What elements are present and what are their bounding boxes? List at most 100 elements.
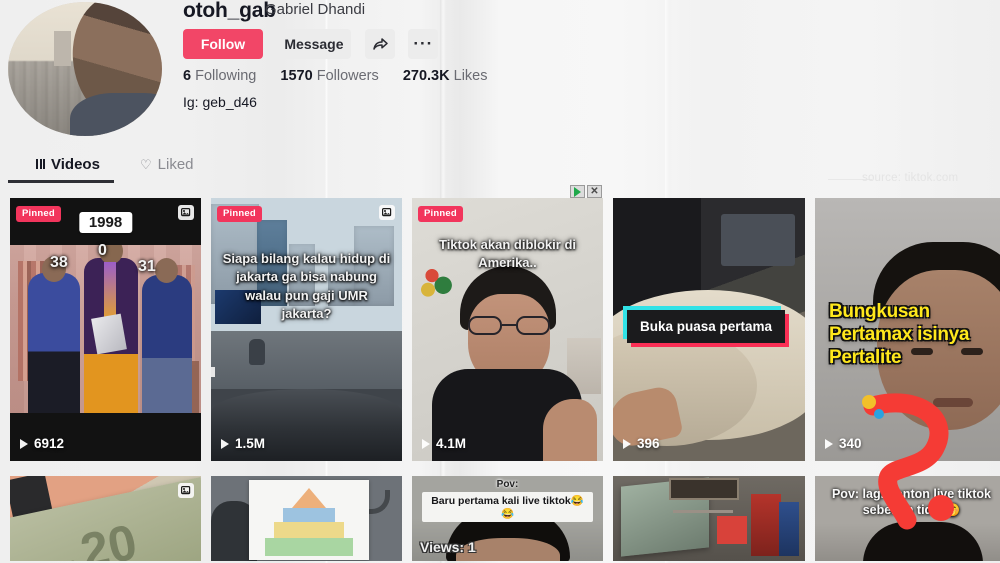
- avatar-tower: [54, 31, 72, 67]
- view-count: 396: [623, 436, 660, 451]
- likes-label: Likes: [453, 68, 488, 84]
- following-label: Following: [195, 68, 257, 84]
- close-icon[interactable]: ✕: [587, 185, 602, 198]
- more-options-button[interactable]: ···: [408, 29, 439, 59]
- person-mother: [142, 258, 192, 413]
- pinned-badge: Pinned: [16, 206, 61, 222]
- overlay-caption: Bungkusan Pertamax isinya Pertalite: [829, 301, 970, 369]
- person-graduate: [84, 245, 138, 413]
- video-card-first-live[interactable]: Pov: Baru pertama kali live tiktok😂😂 Vie…: [412, 476, 603, 561]
- overlay-year: 1998: [78, 212, 133, 233]
- following-count: 6: [183, 68, 192, 84]
- tiktok-profile-page: otoh_gab Gabriel Dhandi Follow Message ·…: [0, 0, 1000, 563]
- video-card-room[interactable]: [613, 476, 805, 561]
- pyramid-slide: [249, 480, 369, 560]
- image-stack-icon: [178, 483, 194, 498]
- overlay-pov-label: Pov:: [496, 479, 519, 490]
- play-icon: [623, 438, 631, 449]
- person-arm: [543, 399, 597, 461]
- banknote-text: DUA: [45, 556, 82, 561]
- grid-icon: [36, 159, 45, 169]
- overlay-views-text: Views: 1: [420, 539, 476, 555]
- profile-tabs: Videos ♡ Liked: [0, 148, 1000, 186]
- video-card-buka-puasa[interactable]: Buka puasa pertama 396: [613, 198, 805, 461]
- video-card-jakarta-savings[interactable]: Siapa bilang kalau hidup di jakarta ga b…: [211, 198, 402, 461]
- view-count-value: 396: [637, 436, 660, 451]
- pinned-badge: Pinned: [217, 206, 262, 222]
- ellipsis-icon: ···: [413, 34, 434, 53]
- heart-lock-icon: ♡: [140, 156, 152, 172]
- video-card-pyramid[interactable]: [211, 476, 402, 561]
- lane-marking: [211, 367, 215, 377]
- pyramid-tier-3: [274, 522, 344, 538]
- banknote-denomination: 20: [75, 513, 142, 561]
- overlay-caption: Buka puasa pertama: [627, 310, 785, 343]
- glasses-icon: [464, 316, 556, 335]
- adchoices-icon[interactable]: [570, 185, 585, 198]
- profile-stats: 6 Following 1570 Followers 270.3K Likes: [183, 68, 487, 84]
- share-arrow-icon: [372, 37, 388, 52]
- video-card-money[interactable]: 20 DUA: [10, 476, 201, 561]
- motorcycle-rider: [249, 339, 265, 365]
- background-screen: [721, 214, 795, 266]
- view-count: 1.5M: [221, 436, 265, 451]
- share-button[interactable]: [364, 29, 395, 59]
- profile-display-name: Gabriel Dhandi: [265, 1, 366, 18]
- play-icon: [422, 438, 430, 449]
- profile-action-buttons: Follow Message ···: [183, 29, 439, 59]
- followers-label: Followers: [316, 68, 379, 84]
- video-card-pertamax[interactable]: Bungkusan Pertamax isinya Pertalite 340: [815, 198, 1000, 461]
- profile-username: otoh_gab: [183, 0, 276, 22]
- pyramid-diagram: [263, 488, 355, 558]
- tab-videos[interactable]: Videos: [36, 148, 100, 180]
- likes-count: 270.3K: [402, 68, 450, 84]
- tab-active-underline: [8, 180, 114, 183]
- followers-count: 1570: [280, 68, 313, 84]
- video-grid-row: 20 DUA: [10, 476, 1000, 561]
- red-poster: [717, 516, 747, 544]
- view-count-value: 6912: [34, 436, 65, 451]
- play-icon: [221, 438, 229, 449]
- video-card-graduation[interactable]: 1998 38 0 31 Pinned 6912: [10, 198, 201, 461]
- person-father: [28, 256, 80, 413]
- video-card-watching-live[interactable]: Pov: lagi nonton live tiktok sebelum tid…: [815, 476, 1000, 561]
- tab-videos-label: Videos: [51, 155, 100, 173]
- image-stack-icon: [178, 205, 194, 220]
- avatar[interactable]: [8, 2, 162, 136]
- message-button[interactable]: Message: [276, 29, 352, 59]
- profile-bio: Ig: geb_d46: [183, 94, 257, 110]
- video-card-tiktok-blocked[interactable]: Tiktok akan diblokir di Amerika.. Pinned…: [412, 198, 603, 461]
- overlay-age-left: 38: [50, 254, 68, 271]
- overlay-caption: Baru pertama kali live tiktok😂😂: [422, 492, 593, 522]
- follow-button[interactable]: Follow: [183, 29, 263, 59]
- play-icon: [825, 438, 833, 449]
- adchoices-badge[interactable]: ✕: [570, 185, 602, 198]
- view-count-value: 340: [839, 436, 862, 451]
- overlay-age-right: 31: [138, 258, 156, 275]
- view-count: 340: [825, 436, 862, 451]
- road-surface: [211, 331, 402, 389]
- red-clothing: [751, 494, 781, 556]
- pyramid-tier-top: [292, 488, 326, 508]
- pinned-badge: Pinned: [418, 206, 463, 222]
- view-count-value: 1.5M: [235, 436, 266, 451]
- overlay-caption: Tiktok akan diblokir di Amerika..: [438, 237, 576, 271]
- pyramid-tier-base: [265, 538, 353, 556]
- pyramid-tier-2: [283, 508, 335, 522]
- source-watermark: source: tiktok.com: [862, 172, 959, 184]
- profile-header: otoh_gab Gabriel Dhandi Follow Message ·…: [0, 0, 1000, 150]
- clothes-rod: [673, 510, 733, 513]
- person-hair: [863, 522, 983, 561]
- view-count-value: 4.1M: [436, 436, 467, 451]
- person-mouth: [933, 398, 973, 407]
- overlay-caption: Pov: lagi nonton live tiktok sebelum tid…: [831, 487, 992, 518]
- tab-liked[interactable]: ♡ Liked: [140, 148, 194, 180]
- overlay-age-center: 0: [98, 242, 107, 259]
- image-stack-icon: [379, 205, 395, 220]
- wall-frame: [669, 478, 739, 500]
- video-grid-row: 1998 38 0 31 Pinned 6912 Siapa bilang ka…: [10, 198, 1000, 461]
- tab-liked-label: Liked: [157, 155, 194, 173]
- view-count: 6912: [20, 436, 64, 451]
- graduation-photo: [10, 245, 201, 413]
- blue-clothing: [779, 502, 799, 556]
